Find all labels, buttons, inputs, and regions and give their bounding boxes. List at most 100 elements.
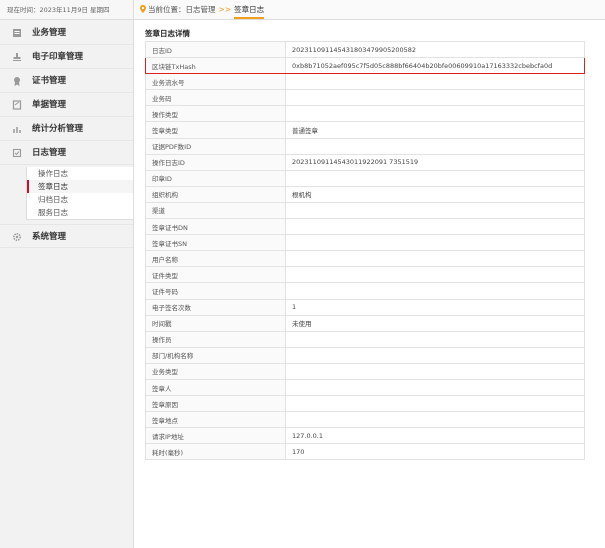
- field-value: [285, 105, 585, 123]
- field-value: [285, 411, 585, 429]
- field-value: 根机构: [285, 185, 585, 203]
- table-row: 业务码: [145, 89, 585, 107]
- field-label: 区块链TxHash: [145, 57, 286, 75]
- gear-icon: [12, 232, 22, 242]
- table-row: 操作员: [145, 330, 585, 348]
- table-row: 耗时(毫秒) 170: [145, 443, 585, 461]
- table-row: 操作类型: [145, 105, 585, 123]
- table-row: 签章证书SN: [145, 234, 585, 252]
- field-value: [285, 89, 585, 107]
- field-value: [285, 234, 585, 252]
- table-row: 日志ID 202311091145431803479905200582: [145, 40, 585, 59]
- sidebar-item-label: 系统管理: [32, 232, 67, 242]
- field-label: 证据PDF数ID: [145, 137, 286, 155]
- table-row: 证件类型: [145, 266, 585, 284]
- table-row: 签章地点: [145, 411, 585, 429]
- field-label: 操作员: [145, 330, 286, 348]
- table-row: 用户名称: [145, 250, 585, 268]
- submenu-item-archive-log[interactable]: 归档日志: [27, 193, 133, 206]
- sidebar-item-statistics[interactable]: 统计分析管理: [0, 117, 133, 141]
- field-value: [285, 201, 585, 220]
- table-row: 证件号码: [145, 282, 585, 300]
- table-row: 签章证书DN: [145, 218, 585, 236]
- sidebar-item-certificate[interactable]: 证书管理: [0, 69, 133, 93]
- page-title: 签章日志详情: [145, 29, 190, 38]
- field-value: 202311091145431803479905200582: [285, 40, 585, 59]
- breadcrumb: 当前位置：日志管理 >> 签章日志: [134, 0, 605, 20]
- field-value: [285, 250, 585, 268]
- sidebar: 现在时间：2023年11月9日 星期四 业务管理 电子印章管理 证书管理 单据管…: [0, 0, 134, 548]
- certificate-icon: [14, 77, 20, 86]
- table-row: 印章ID: [145, 169, 585, 187]
- submenu-item-operation-log[interactable]: 操作日志: [27, 167, 133, 180]
- table-row: 部门/机构名称: [145, 346, 585, 364]
- breadcrumb-parent[interactable]: 日志管理: [186, 5, 216, 14]
- field-label: 签章类型: [145, 121, 286, 139]
- sidebar-item-label: 日志管理: [32, 148, 67, 158]
- field-label: 签章证书DN: [145, 218, 286, 236]
- field-label: 签章证书SN: [145, 234, 286, 252]
- field-value: 127.0.0.1: [285, 427, 585, 445]
- location-pin-icon: [140, 5, 146, 13]
- sidebar-item-label: 证书管理: [32, 76, 67, 86]
- current-date: 现在时间：2023年11月9日 星期四: [0, 0, 133, 20]
- field-label: 耗时(毫秒): [145, 443, 286, 461]
- table-row: 签章类型 普通签章: [145, 121, 585, 139]
- table-row: 组织机构 根机构: [145, 185, 585, 203]
- field-value: [285, 266, 585, 284]
- sidebar-item-log[interactable]: 日志管理: [0, 141, 133, 165]
- field-label: 时间戳: [145, 314, 286, 332]
- field-value: [285, 169, 585, 187]
- table-row: 签章原因: [145, 395, 585, 413]
- sidebar-item-label: 业务管理: [32, 28, 67, 38]
- field-label: 证件类型: [145, 266, 286, 284]
- field-value: 未使用: [285, 314, 585, 332]
- sidebar-item-label: 电子印章管理: [32, 52, 84, 62]
- breadcrumb-current: 签章日志: [234, 5, 265, 19]
- log-icon: [12, 148, 22, 158]
- breadcrumb-prefix: 当前位置：: [148, 5, 186, 14]
- table-row: 证据PDF数ID: [145, 137, 585, 155]
- table-row: 时间戳 未使用: [145, 314, 585, 332]
- field-value: [285, 137, 585, 155]
- field-value: [285, 73, 585, 91]
- field-value: [285, 378, 585, 397]
- list-icon: [13, 29, 21, 37]
- breadcrumb-separator: >>: [218, 5, 232, 14]
- log-submenu: 操作日志 签章日志 归档日志 服务日志: [26, 167, 133, 220]
- sidebar-item-system[interactable]: 系统管理: [0, 224, 133, 248]
- field-label: 部门/机构名称: [145, 346, 286, 364]
- field-label: 渠道: [145, 201, 286, 220]
- field-label: 组织机构: [145, 185, 286, 203]
- sidebar-item-label: 单据管理: [32, 100, 67, 110]
- table-row: 操作日志ID 20231109114543011922091 7351519: [145, 153, 585, 171]
- field-label: 用户名称: [145, 250, 286, 268]
- sidebar-item-seal[interactable]: 电子印章管理: [0, 45, 133, 69]
- table-row: 业务流水号: [145, 73, 585, 91]
- submenu-item-signature-log[interactable]: 签章日志: [27, 180, 133, 193]
- field-value: 1: [285, 298, 585, 316]
- field-label: 操作日志ID: [145, 153, 286, 171]
- submenu-item-service-log[interactable]: 服务日志: [27, 206, 133, 219]
- field-value: 20231109114543011922091 7351519: [285, 153, 585, 171]
- sidebar-item-document[interactable]: 单据管理: [0, 93, 133, 117]
- detail-panel: 签章日志详情 日志ID 20231109114543180347990520058…: [145, 27, 603, 461]
- field-label: 签章地点: [145, 411, 286, 429]
- field-label: 签章原因: [145, 395, 286, 413]
- field-value: [285, 330, 585, 348]
- table-row: 签章人: [145, 378, 585, 397]
- field-value: [285, 282, 585, 300]
- field-label: 签章人: [145, 378, 286, 397]
- sidebar-item-business[interactable]: 业务管理: [0, 21, 133, 45]
- table-row: 请求IP地址 127.0.0.1: [145, 427, 585, 445]
- stamp-icon: [13, 53, 21, 61]
- table-row: 电子签名次数 1: [145, 298, 585, 316]
- field-label: 业务码: [145, 89, 286, 107]
- field-label: 印章ID: [145, 169, 286, 187]
- field-label: 证件号码: [145, 282, 286, 300]
- field-label: 请求IP地址: [145, 427, 286, 445]
- field-value: [285, 218, 585, 236]
- field-label: 日志ID: [145, 40, 286, 59]
- field-value: 普通签章: [285, 121, 585, 139]
- detail-table: 日志ID 202311091145431803479905200582 区块链TxH…: [145, 40, 585, 461]
